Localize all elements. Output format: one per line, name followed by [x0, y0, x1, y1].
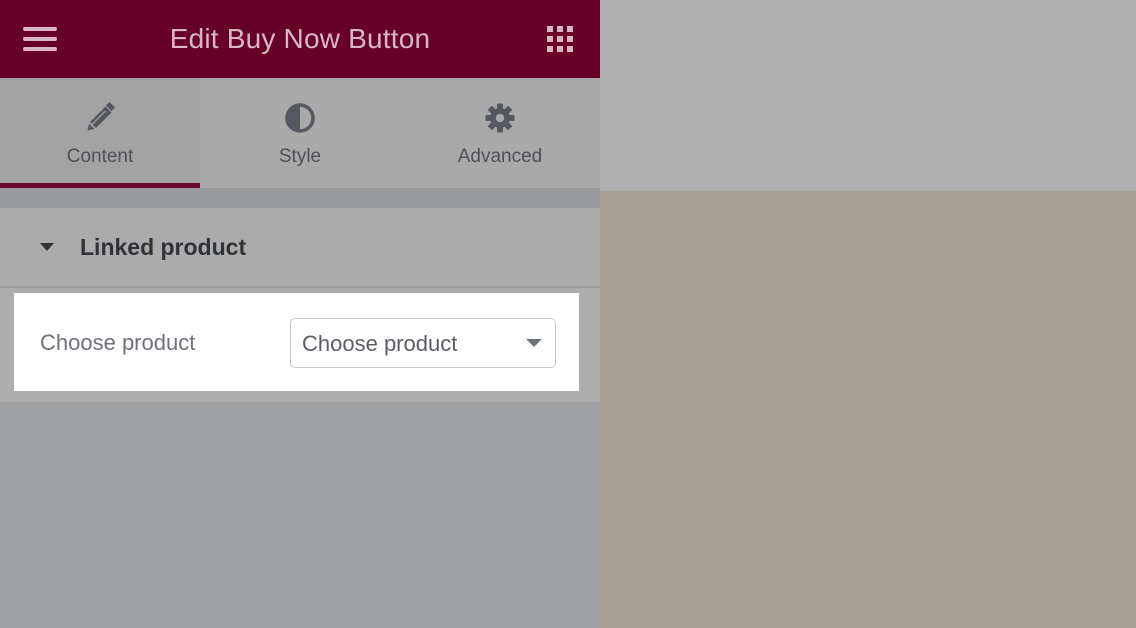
section-title: Linked product — [80, 233, 247, 260]
select-value: Choose product — [302, 331, 458, 356]
product-select[interactable]: Choose product — [290, 318, 556, 368]
half-circle-contrast-icon — [285, 103, 315, 133]
tab-advanced[interactable]: Advanced — [400, 78, 600, 188]
editor-panel: Edit Buy Now Button Content Style Advanc… — [0, 0, 600, 628]
tab-label: Advanced — [457, 146, 543, 167]
control-label: Choose product — [40, 330, 196, 355]
section-body: Choose product Choose product — [0, 288, 600, 402]
grid-apps-icon[interactable] — [545, 24, 575, 54]
chevron-down-icon — [526, 339, 542, 347]
section-toggle-linked-product[interactable]: Linked product — [0, 208, 600, 288]
panel-header: Edit Buy Now Button — [0, 0, 600, 78]
preview-area-canvas[interactable] — [600, 191, 1136, 628]
pencil-icon — [87, 102, 116, 131]
product-control: Choose product Choose product — [14, 293, 579, 391]
tab-label: Content — [66, 146, 134, 167]
tab-label: Style — [278, 146, 322, 167]
tabs-divider — [0, 188, 600, 208]
preview-area-top — [600, 0, 1136, 191]
tab-style[interactable]: Style — [200, 78, 400, 188]
gear-icon — [485, 103, 515, 133]
tab-content[interactable]: Content — [0, 78, 200, 188]
hamburger-menu-icon[interactable] — [22, 25, 58, 53]
panel-tabs: Content Style Advanced — [0, 78, 600, 188]
panel-title: Edit Buy Now Button — [169, 23, 431, 54]
caret-down-icon — [40, 243, 54, 251]
